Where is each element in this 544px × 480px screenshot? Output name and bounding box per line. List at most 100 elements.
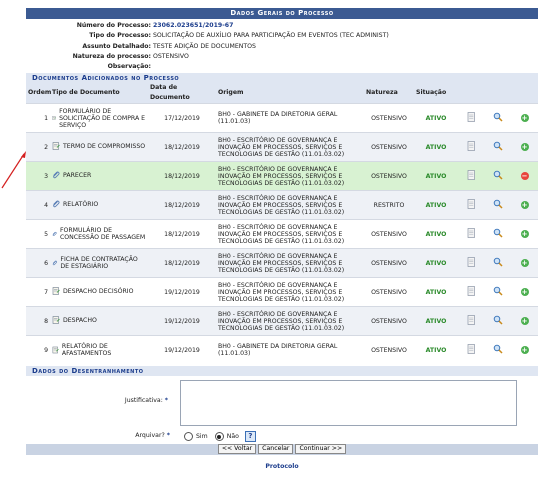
cell-situacao: ATIVO (414, 132, 458, 162)
arquivar-row: Arquivar? * Sim Não ? (26, 430, 538, 444)
cell-search (485, 306, 511, 336)
arquivar-label: Arquivar? * (80, 432, 170, 439)
cell-search (485, 335, 511, 365)
tipo-text: DESPACHO DECISÓRIO (63, 287, 134, 295)
view-document-icon[interactable] (467, 286, 476, 297)
cell-ordem: 1 (26, 103, 50, 133)
desentranhamento-section-title: Dados do Desentranhamento (26, 366, 538, 377)
view-document-icon[interactable] (467, 141, 476, 152)
cell-origem: BH0 - ESCRITÓRIO DE GOVERNANÇA E INOVAÇÃ… (216, 219, 364, 249)
cell-search (485, 161, 511, 191)
magnifier-icon[interactable] (493, 344, 503, 355)
magnifier-icon[interactable] (493, 199, 503, 210)
radio-nao[interactable] (214, 432, 224, 442)
cell-data: 18/12/2019 (148, 190, 216, 220)
radio-sim[interactable] (184, 432, 193, 442)
documents-section-title: Documentos Adicionados no Processo (26, 73, 538, 84)
cell-situacao: ATIVO (414, 190, 458, 220)
add-icon[interactable]: + (520, 317, 529, 326)
cell-situacao: ATIVO (414, 306, 458, 336)
radio-sim-label[interactable]: Sim (196, 433, 208, 440)
justificativa-textarea[interactable] (180, 380, 517, 427)
cell-natureza: OSTENSIVO (364, 219, 414, 249)
add-icon[interactable]: + (520, 114, 529, 123)
required-marker: * (164, 397, 168, 405)
cell-data: 19/12/2019 (148, 277, 216, 307)
add-icon[interactable]: + (520, 143, 529, 152)
help-icon[interactable]: ? (244, 431, 256, 443)
cell-search (485, 277, 511, 307)
radio-nao-label[interactable]: Não (227, 433, 239, 440)
view-document-icon[interactable] (467, 199, 476, 210)
cell-tipo: FORMULÁRIO DE SOLICITAÇÃO DE COMPRA E SE… (50, 103, 148, 133)
view-document-icon[interactable] (467, 257, 476, 268)
view-document-icon[interactable] (467, 112, 476, 123)
tipo-text: FICHA DE CONTRATAÇÃO DE ESTAGIÁRIO (60, 256, 138, 271)
view-document-icon[interactable] (467, 315, 476, 326)
cell-natureza: OSTENSIVO (364, 132, 414, 162)
cell-view (458, 161, 485, 191)
col-data: Data de Documento (148, 83, 216, 104)
documents-table-body: 1 FORMULÁRIO DE SOLICITAÇÃO DE COMPRA E S… (26, 103, 538, 365)
add-icon[interactable]: + (520, 259, 529, 268)
magnifier-icon[interactable] (493, 141, 503, 152)
info-value: OSTENSIVO (153, 52, 189, 60)
table-row: 9 RELATÓRIO DE AFASTAMENTOS 19/12/2019 BH0 … (26, 335, 538, 365)
table-header-row: Ordem Tipo de Documento Data de Document… (26, 83, 538, 104)
table-row: 3 PARECER 18/12/2019 BH0 - ESCRITÓRIO DE GO… (26, 161, 538, 191)
cell-ordem: 8 (26, 306, 50, 336)
cell-ordem: 2 (26, 132, 50, 162)
cell-toggle: + (511, 190, 538, 220)
cell-origem: BH0 - GABINETE DA DIRETORIA GERAL (11.01… (216, 103, 364, 133)
info-label: Assunto Detalhado: (82, 42, 151, 50)
cell-view (458, 306, 485, 336)
tipo-wrap: FORMULÁRIO DE SOLICITAÇÃO DE COMPRA E SE… (52, 108, 146, 129)
cell-situacao: ATIVO (414, 219, 458, 249)
tipo-text: DESPACHO (63, 316, 97, 324)
cell-tipo: PARECER (50, 161, 148, 191)
magnifier-icon[interactable] (493, 112, 503, 123)
cell-search (485, 248, 511, 278)
attachment-icon (52, 232, 57, 237)
cell-data: 18/12/2019 (148, 132, 216, 162)
cell-ordem: 9 (26, 335, 50, 365)
cell-origem: BH0 - ESCRITÓRIO DE GOVERNANÇA E INOVAÇÃ… (216, 277, 364, 307)
arquivar-options: Sim Não ? (184, 431, 256, 443)
cancelar-button[interactable]: Cancelar (258, 444, 294, 455)
view-document-icon[interactable] (467, 228, 476, 239)
add-icon[interactable]: + (520, 346, 529, 355)
cell-situacao: ATIVO (414, 248, 458, 278)
cell-origem: BH0 - ESCRITÓRIO DE GOVERNANÇA E INOVAÇÃ… (216, 306, 364, 336)
cell-search (485, 190, 511, 220)
info-label: Observação: (107, 63, 151, 71)
magnifier-icon[interactable] (493, 315, 503, 326)
page-header: Dados Gerais do Processo (26, 8, 538, 19)
cell-tipo: DESPACHO (50, 306, 148, 336)
attachment-icon (53, 172, 60, 179)
cell-search (485, 103, 511, 133)
voltar-button[interactable]: << Voltar (217, 444, 257, 455)
cell-data: 17/12/2019 (148, 103, 216, 133)
col-origem: Origem (216, 83, 364, 104)
justificativa-label: Justificativa: * (80, 397, 168, 404)
add-icon[interactable]: + (520, 288, 529, 297)
magnifier-icon[interactable] (493, 257, 503, 268)
view-document-icon[interactable] (467, 170, 476, 181)
cell-natureza: OSTENSIVO (364, 306, 414, 336)
tipo-wrap: DESPACHO DECISÓRIO (52, 287, 134, 296)
documents-table: Ordem Tipo de Documento Data de Document… (26, 83, 538, 365)
magnifier-icon[interactable] (493, 228, 503, 239)
remove-icon[interactable]: − (520, 172, 529, 181)
continuar-button[interactable]: Continuar >> (295, 444, 347, 455)
tipo-text: FORMULÁRIO DE CONCESSÃO DE PASSAGEM (59, 227, 146, 242)
magnifier-icon[interactable] (493, 286, 503, 297)
protocolo-link[interactable]: Protocolo (26, 463, 538, 470)
view-document-icon[interactable] (467, 344, 476, 355)
add-icon[interactable]: + (520, 230, 529, 239)
cell-data: 18/12/2019 (148, 219, 216, 249)
info-row-observacao: Observação: (26, 62, 538, 72)
tipo-text: PARECER (63, 171, 92, 179)
magnifier-icon[interactable] (493, 170, 503, 181)
cell-toggle: − (511, 161, 538, 191)
add-icon[interactable]: + (520, 201, 529, 210)
